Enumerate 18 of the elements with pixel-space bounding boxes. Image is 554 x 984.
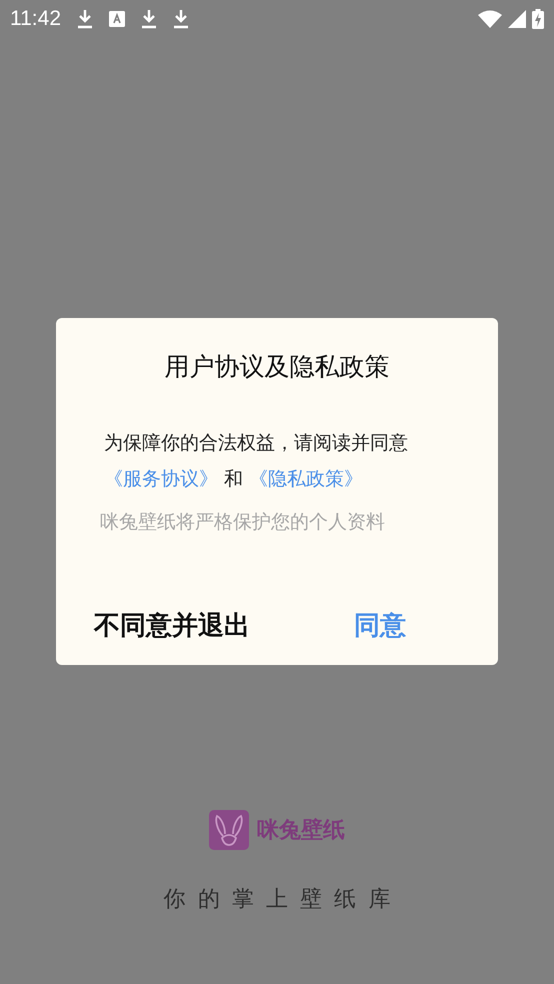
- tagline: 你的掌上壁纸库: [164, 886, 402, 914]
- rabbit-logo-icon: [209, 810, 249, 850]
- dialog-title: 用户协议及隐私政策: [164, 351, 390, 383]
- privacy-link[interactable]: 《隐私政策》: [249, 468, 364, 490]
- signal-icon: [508, 10, 526, 28]
- battery-charging-icon: [532, 9, 544, 29]
- keyboard-icon: [109, 11, 125, 27]
- terms-link[interactable]: 《服务协议》: [104, 468, 218, 490]
- download-icon: [77, 9, 93, 29]
- consent-message: 为保障你的合法权益，请阅读并同意 《服务协议》 和 《隐私政策》: [103, 431, 408, 492]
- privacy-note: 咪兔壁纸将严格保护您的个人资料: [99, 510, 385, 535]
- download-icon: [141, 9, 157, 29]
- app-logo-text: 咪兔壁纸: [257, 816, 345, 845]
- wifi-icon: [478, 10, 502, 28]
- download-icon: [173, 9, 189, 29]
- status-time: 11:42: [10, 7, 61, 31]
- agree-button[interactable]: 同意: [354, 604, 406, 647]
- decline-button[interactable]: 不同意并退出: [94, 604, 250, 647]
